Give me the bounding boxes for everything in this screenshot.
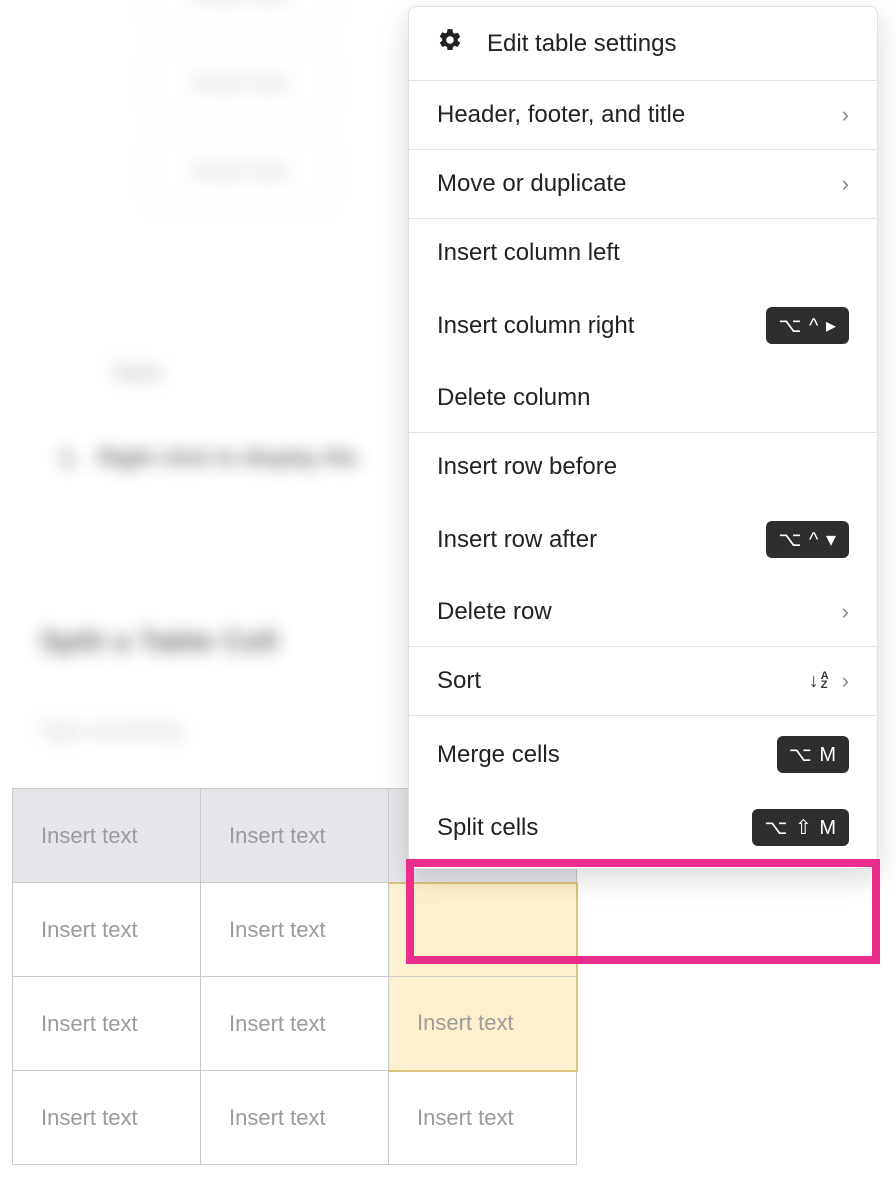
table-header-cell[interactable]: Insert text [201,789,389,883]
menu-label: Merge cells [437,741,560,769]
bg-line: 1.Right click to display the [60,445,358,471]
menu-label: Insert column left [437,239,620,267]
menu-label: Sort [437,667,481,695]
menu-label: Edit table settings [487,30,676,58]
menu-move-duplicate[interactable]: Move or duplicate › [409,150,877,218]
table-cell-selected[interactable]: Insert text [389,977,577,1071]
menu-insert-row-before[interactable]: Insert row before [409,433,877,501]
table-header-cell[interactable]: Insert text [13,789,201,883]
bg-subtext: Type something [40,720,181,743]
menu-label: Move or duplicate [437,170,626,198]
menu-delete-column[interactable]: Delete column [409,364,877,432]
bg-cell: Insert text [150,136,330,206]
chevron-right-icon: › [842,102,849,128]
menu-label: Insert row after [437,526,597,554]
table-cell[interactable]: Insert text [201,883,389,977]
menu-merge-cells[interactable]: Merge cells ⌥ M [409,716,877,793]
menu-label: Insert column right [437,312,634,340]
table-cell[interactable]: Insert text [201,1071,389,1165]
menu-label: Insert row before [437,453,617,481]
menu-sort[interactable]: Sort ↓AZ › [409,647,877,715]
sort-az-icon: ↓AZ [809,670,828,693]
menu-insert-column-left[interactable]: Insert column left [409,219,877,287]
table-cell[interactable]: Insert text [13,883,201,977]
bg-cell: Insert text [150,48,330,118]
bg-heading: Split a Table Cell [40,625,278,659]
table-cell-selected[interactable] [389,883,577,977]
keyboard-shortcut: ⌥ ^ ▸ [766,307,849,344]
menu-insert-row-after[interactable]: Insert row after ⌥ ^ ▾ [409,501,877,578]
menu-insert-column-right[interactable]: Insert column right ⌥ ^ ▸ [409,287,877,364]
bg-caption: Table [110,360,163,386]
chevron-right-icon: › [842,599,849,625]
keyboard-shortcut: ⌥ ⇧ M [752,809,849,846]
table-cell[interactable]: Insert text [13,1071,201,1165]
menu-delete-row[interactable]: Delete row › [409,578,877,646]
menu-split-cells[interactable]: Split cells ⌥ ⇧ M [409,793,877,868]
menu-label: Split cells [437,814,538,842]
menu-label: Header, footer, and title [437,101,685,129]
bg-cell: Insert text [150,0,330,30]
table-cell[interactable]: Insert text [13,977,201,1071]
menu-label: Delete column [437,384,590,412]
menu-header-footer-title[interactable]: Header, footer, and title › [409,81,877,149]
menu-label: Delete row [437,598,552,626]
chevron-right-icon: › [842,171,849,197]
table-cell[interactable]: Insert text [201,977,389,1071]
table-cell[interactable]: Insert text [389,1071,577,1165]
table-context-menu: Edit table settings Header, footer, and … [408,6,878,869]
keyboard-shortcut: ⌥ ^ ▾ [766,521,849,558]
gear-icon [437,27,463,60]
chevron-right-icon: › [842,668,849,694]
keyboard-shortcut: ⌥ M [777,736,849,773]
menu-edit-table-settings[interactable]: Edit table settings [409,7,877,80]
